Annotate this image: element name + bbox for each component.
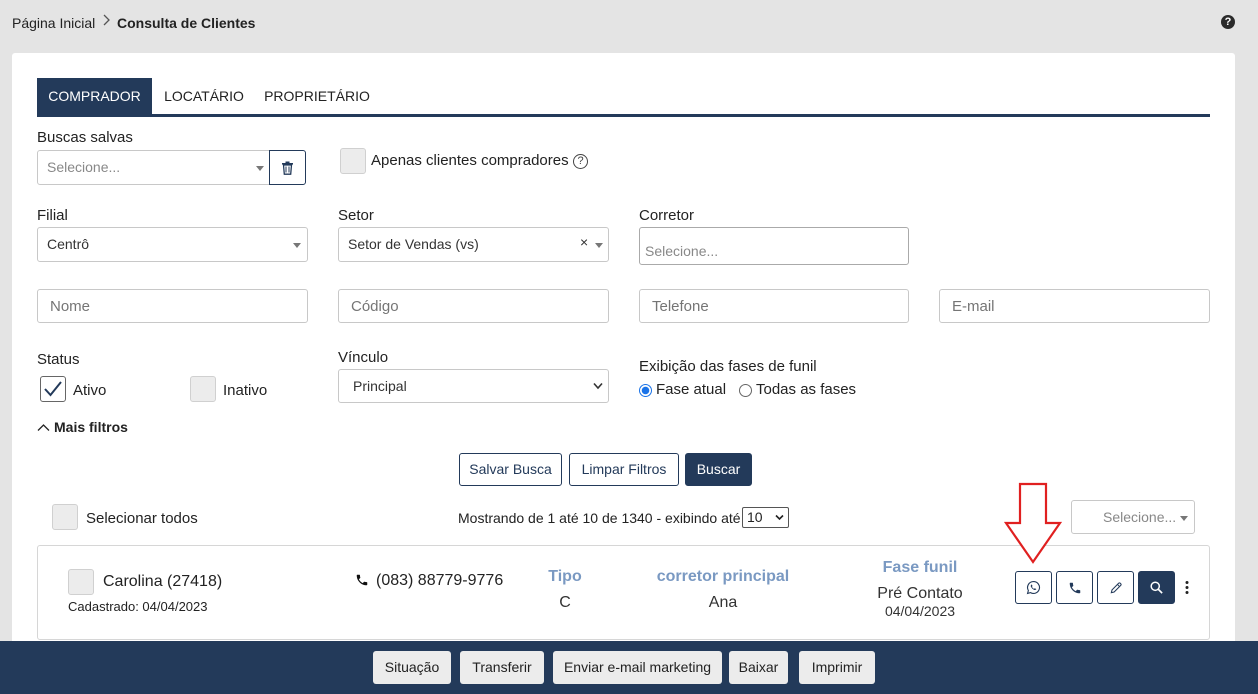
save-search-button[interactable]: Salvar Busca <box>459 453 562 486</box>
corretor-placeholder: Selecione... <box>645 243 719 259</box>
vinculo-value: Principal <box>353 378 407 394</box>
corretor-header: corretor principal <box>656 568 790 585</box>
select-all-label: Selecionar todos <box>86 510 198 527</box>
select-all-checkbox[interactable] <box>52 504 78 530</box>
call-button[interactable] <box>1056 571 1093 604</box>
clear-icon[interactable]: × <box>580 226 588 258</box>
per-page-value: 10 <box>747 509 763 525</box>
status-inativo-checkbox[interactable] <box>190 376 216 402</box>
situacao-button[interactable]: Situação <box>373 651 451 684</box>
setor-value: Setor de Vendas (vs) <box>348 236 479 252</box>
imprimir-button[interactable]: Imprimir <box>799 651 875 684</box>
client-registered-date: Cadastrado: 04/04/2023 <box>68 599 208 614</box>
chevron-down-icon <box>593 382 603 390</box>
breadcrumb-home[interactable]: Página Inicial <box>12 15 95 31</box>
saved-searches-select[interactable]: Selecione... <box>37 150 270 185</box>
chevron-down-icon <box>775 514 784 521</box>
bulk-action-select[interactable]: Selecione... <box>1071 500 1195 534</box>
phone-icon <box>1069 582 1080 593</box>
clear-filters-button[interactable]: Limpar Filtros <box>569 453 679 486</box>
fase-header: Fase funil <box>882 559 958 576</box>
delete-saved-search-button[interactable] <box>269 150 306 185</box>
more-options-icon[interactable] <box>1183 580 1191 596</box>
client-phone: (083) 88779-9776 <box>376 572 504 589</box>
filial-select[interactable]: Centrô <box>37 227 308 262</box>
funil-fase-atual-radio[interactable] <box>639 384 652 397</box>
funil-todas-fases-label: Todas as fases <box>756 381 857 398</box>
tab-locatario[interactable]: LOCATÁRIO <box>158 78 250 115</box>
search-icon <box>1150 581 1163 594</box>
chevron-down-icon <box>595 243 603 248</box>
client-row-checkbox[interactable] <box>68 569 94 595</box>
filial-value: Centrô <box>47 236 90 252</box>
mais-filtros-toggle[interactable]: Mais filtros <box>37 419 128 435</box>
only-buyers-label: Apenas clientes compradores <box>371 152 569 169</box>
vinculo-select[interactable]: Principal <box>338 369 609 403</box>
enviar-email-marketing-button[interactable]: Enviar e-mail marketing <box>553 651 722 684</box>
saved-searches-placeholder: Selecione... <box>47 159 121 175</box>
funil-todas-fases-radio[interactable] <box>739 384 752 397</box>
tipo-value: C <box>559 594 571 611</box>
client-name[interactable]: Carolina (27418) <box>103 573 222 591</box>
status-inativo-label: Inativo <box>223 382 268 399</box>
filial-label: Filial <box>37 207 68 224</box>
status-ativo-label: Ativo <box>73 382 107 399</box>
tipo-header: Tipo <box>548 568 582 585</box>
chevron-down-icon <box>256 166 264 171</box>
status-ativo-checkbox[interactable] <box>40 376 66 402</box>
pagination-text: Mostrando de 1 até 10 de 1340 - exibindo… <box>458 510 741 526</box>
telefone-input[interactable] <box>639 289 909 323</box>
chevron-up-icon <box>37 423 50 431</box>
only-buyers-checkbox[interactable] <box>340 148 366 174</box>
fase-date: 04/04/2023 <box>884 603 956 619</box>
bulk-action-placeholder: Selecione... <box>1103 509 1177 525</box>
corretor-select[interactable]: Selecione... <box>639 227 909 265</box>
saved-searches-label: Buscas salvas <box>37 129 133 146</box>
search-button[interactable]: Buscar <box>685 453 752 486</box>
tab-proprietario[interactable]: PROPRIETÁRIO <box>258 78 376 115</box>
phone-icon <box>356 574 368 586</box>
vinculo-label: Vínculo <box>338 349 389 366</box>
email-input[interactable] <box>939 289 1210 323</box>
nome-input[interactable] <box>37 289 308 323</box>
pencil-icon <box>1110 581 1122 593</box>
tab-underline <box>37 114 1210 117</box>
corretor-label: Corretor <box>639 207 695 224</box>
tab-comprador[interactable]: COMPRADOR <box>37 78 152 115</box>
whatsapp-icon <box>1026 580 1041 595</box>
status-label: Status <box>37 351 80 368</box>
transferir-button[interactable]: Transferir <box>460 651 544 684</box>
help-icon[interactable]: ? <box>1221 15 1235 29</box>
codigo-input[interactable] <box>338 289 609 323</box>
baixar-button[interactable]: Baixar <box>729 651 788 684</box>
chevron-down-icon <box>293 243 301 248</box>
chevron-down-icon <box>1180 516 1188 521</box>
fase-value: Pré Contato <box>877 585 963 602</box>
mais-filtros-label: Mais filtros <box>54 419 128 435</box>
whatsapp-button[interactable] <box>1015 571 1052 604</box>
setor-label: Setor <box>338 207 374 224</box>
annotation-arrow-icon <box>1004 482 1062 564</box>
funil-label: Exibição das fases de funil <box>639 358 817 375</box>
per-page-select[interactable]: 10 <box>742 507 789 528</box>
chevron-right-icon <box>102 13 112 30</box>
corretor-value: Ana <box>708 594 738 611</box>
edit-button[interactable] <box>1097 571 1134 604</box>
help-circle-icon[interactable]: ? <box>573 154 588 169</box>
check-icon <box>44 381 62 397</box>
view-client-button[interactable] <box>1138 571 1175 604</box>
trash-icon <box>282 161 293 175</box>
setor-select[interactable]: Setor de Vendas (vs) × <box>338 227 609 262</box>
funil-fase-atual-label: Fase atual <box>656 381 727 398</box>
page-title: Consulta de Clientes <box>117 15 256 31</box>
